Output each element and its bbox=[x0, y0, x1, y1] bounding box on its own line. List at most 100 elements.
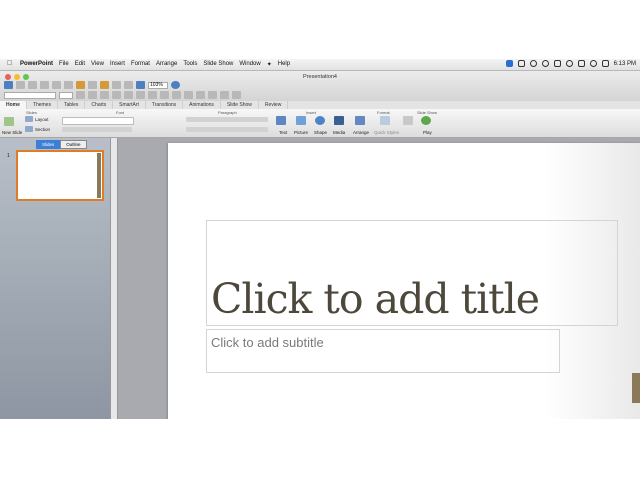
font-style-buttons[interactable] bbox=[62, 127, 132, 132]
redo-icon[interactable] bbox=[112, 81, 121, 89]
align-left-icon[interactable] bbox=[112, 91, 121, 99]
new-slide-icon[interactable] bbox=[4, 117, 14, 126]
paragraph-buttons-row2[interactable] bbox=[186, 127, 268, 132]
arrange-icon[interactable] bbox=[355, 116, 365, 125]
indent-icon[interactable] bbox=[196, 91, 205, 99]
menu-view[interactable]: View bbox=[91, 61, 104, 68]
menu-tools[interactable]: Tools bbox=[183, 61, 197, 68]
battery-icon[interactable] bbox=[601, 60, 609, 67]
play-icon[interactable] bbox=[421, 116, 431, 125]
tab-slides[interactable]: Slides bbox=[36, 140, 61, 149]
menu-edit[interactable]: Edit bbox=[75, 61, 85, 68]
shape-button[interactable]: Shape bbox=[314, 130, 327, 135]
tab-slide-show[interactable]: Slide Show bbox=[221, 101, 259, 109]
italic-icon[interactable] bbox=[88, 91, 97, 99]
paragraph-buttons-row1[interactable] bbox=[186, 117, 268, 122]
layout-icon[interactable] bbox=[25, 116, 33, 122]
quick-styles-button[interactable]: Quick Styles bbox=[374, 130, 399, 135]
shape-icon[interactable] bbox=[315, 116, 325, 125]
tab-transitions[interactable]: Transitions bbox=[146, 101, 184, 109]
justify-icon[interactable] bbox=[148, 91, 157, 99]
tab-animations[interactable]: Animations bbox=[183, 101, 221, 109]
apple-icon[interactable]:  bbox=[7, 60, 12, 67]
font-name-box[interactable] bbox=[62, 117, 134, 125]
app-window:  PowerPoint File Edit View Insert Forma… bbox=[0, 59, 640, 419]
tab-review[interactable]: Review bbox=[259, 101, 289, 109]
slide-thumbnail[interactable] bbox=[16, 150, 104, 201]
info-icon[interactable] bbox=[529, 60, 537, 67]
title-placeholder[interactable]: Click to add title bbox=[206, 220, 618, 326]
copy-icon[interactable] bbox=[64, 81, 73, 89]
bluetooth-icon[interactable] bbox=[577, 60, 585, 67]
format-painter-icon[interactable] bbox=[88, 81, 97, 89]
section-button[interactable]: Section bbox=[35, 127, 50, 132]
outdent-icon[interactable] bbox=[184, 91, 193, 99]
numbering-icon[interactable] bbox=[172, 91, 181, 99]
dropbox-icon[interactable] bbox=[517, 60, 525, 67]
tab-charts[interactable]: Charts bbox=[85, 101, 114, 109]
script-icon[interactable]: ✦ bbox=[267, 61, 272, 68]
cloud-icon[interactable] bbox=[553, 60, 561, 67]
menu-app[interactable]: PowerPoint bbox=[20, 61, 53, 68]
menu-slide-show[interactable]: Slide Show bbox=[203, 61, 233, 68]
title-placeholder-text: Click to add title bbox=[211, 275, 540, 323]
layout-button[interactable]: Layout bbox=[35, 117, 49, 122]
pane-splitter[interactable] bbox=[110, 138, 118, 419]
media-icon[interactable] bbox=[334, 116, 344, 125]
print-icon[interactable] bbox=[40, 81, 49, 89]
quick-styles-icon[interactable] bbox=[380, 116, 390, 125]
align-right-icon[interactable] bbox=[136, 91, 145, 99]
tab-home[interactable]: Home bbox=[0, 101, 27, 109]
wifi-icon[interactable] bbox=[589, 60, 597, 67]
arrange-button[interactable]: Arrange bbox=[353, 130, 369, 135]
text-box-icon[interactable] bbox=[276, 116, 286, 125]
format-shape-icon[interactable] bbox=[403, 116, 413, 125]
tab-themes[interactable]: Themes bbox=[27, 101, 58, 109]
tab-smartart[interactable]: SmartArt bbox=[113, 101, 146, 109]
menu-file[interactable]: File bbox=[59, 61, 69, 68]
menu-insert[interactable]: Insert bbox=[110, 61, 125, 68]
time-machine-icon[interactable] bbox=[565, 60, 573, 67]
gallery-icon[interactable] bbox=[124, 81, 133, 89]
font-color-icon[interactable] bbox=[208, 91, 217, 99]
cut-icon[interactable] bbox=[52, 81, 61, 89]
font-size-field[interactable] bbox=[59, 91, 73, 99]
menu-window[interactable]: Window bbox=[239, 61, 260, 68]
grow-font-icon[interactable] bbox=[220, 91, 229, 99]
tab-tables[interactable]: Tables bbox=[58, 101, 86, 109]
underline-icon[interactable] bbox=[100, 91, 109, 99]
picture-button[interactable]: Picture bbox=[294, 130, 308, 135]
format-toolbar bbox=[4, 91, 241, 99]
menu-arrange[interactable]: Arrange bbox=[156, 61, 177, 68]
bold-icon[interactable] bbox=[76, 91, 85, 99]
sync-icon[interactable] bbox=[541, 60, 549, 67]
picture-icon[interactable] bbox=[296, 116, 306, 125]
help-icon[interactable] bbox=[171, 81, 180, 89]
paste-icon[interactable] bbox=[76, 81, 85, 89]
play-button[interactable]: Play bbox=[423, 130, 432, 135]
mac-menu-bar:  PowerPoint File Edit View Insert Forma… bbox=[0, 59, 640, 71]
menu-help[interactable]: Help bbox=[278, 61, 290, 68]
open-icon[interactable] bbox=[16, 81, 25, 89]
slides-pane: Slides Outline 1 bbox=[0, 138, 110, 419]
media-button[interactable]: Media bbox=[333, 130, 345, 135]
zoom-field[interactable]: 103% bbox=[148, 81, 168, 89]
save-icon[interactable] bbox=[28, 81, 37, 89]
undo-icon[interactable] bbox=[100, 81, 109, 89]
status-icon[interactable] bbox=[505, 60, 513, 67]
sidebar-icon[interactable] bbox=[136, 81, 145, 89]
shrink-font-icon[interactable] bbox=[232, 91, 241, 99]
slide-canvas[interactable]: Click to add title Click to add subtitle bbox=[168, 143, 640, 419]
subtitle-placeholder[interactable]: Click to add subtitle bbox=[206, 329, 560, 373]
text-button[interactable]: Text bbox=[279, 130, 287, 135]
new-icon[interactable] bbox=[4, 81, 13, 89]
tab-outline[interactable]: Outline bbox=[60, 140, 87, 149]
clock[interactable]: 6:13 PM bbox=[614, 61, 636, 67]
ribbon-panel: Slides Font Paragraph Insert Format Slid… bbox=[0, 109, 640, 138]
align-center-icon[interactable] bbox=[124, 91, 133, 99]
font-name-field[interactable] bbox=[4, 91, 56, 99]
section-icon[interactable] bbox=[25, 126, 33, 132]
new-slide-button[interactable]: New Slide bbox=[2, 130, 22, 135]
menu-format[interactable]: Format bbox=[131, 61, 150, 68]
bullets-icon[interactable] bbox=[160, 91, 169, 99]
